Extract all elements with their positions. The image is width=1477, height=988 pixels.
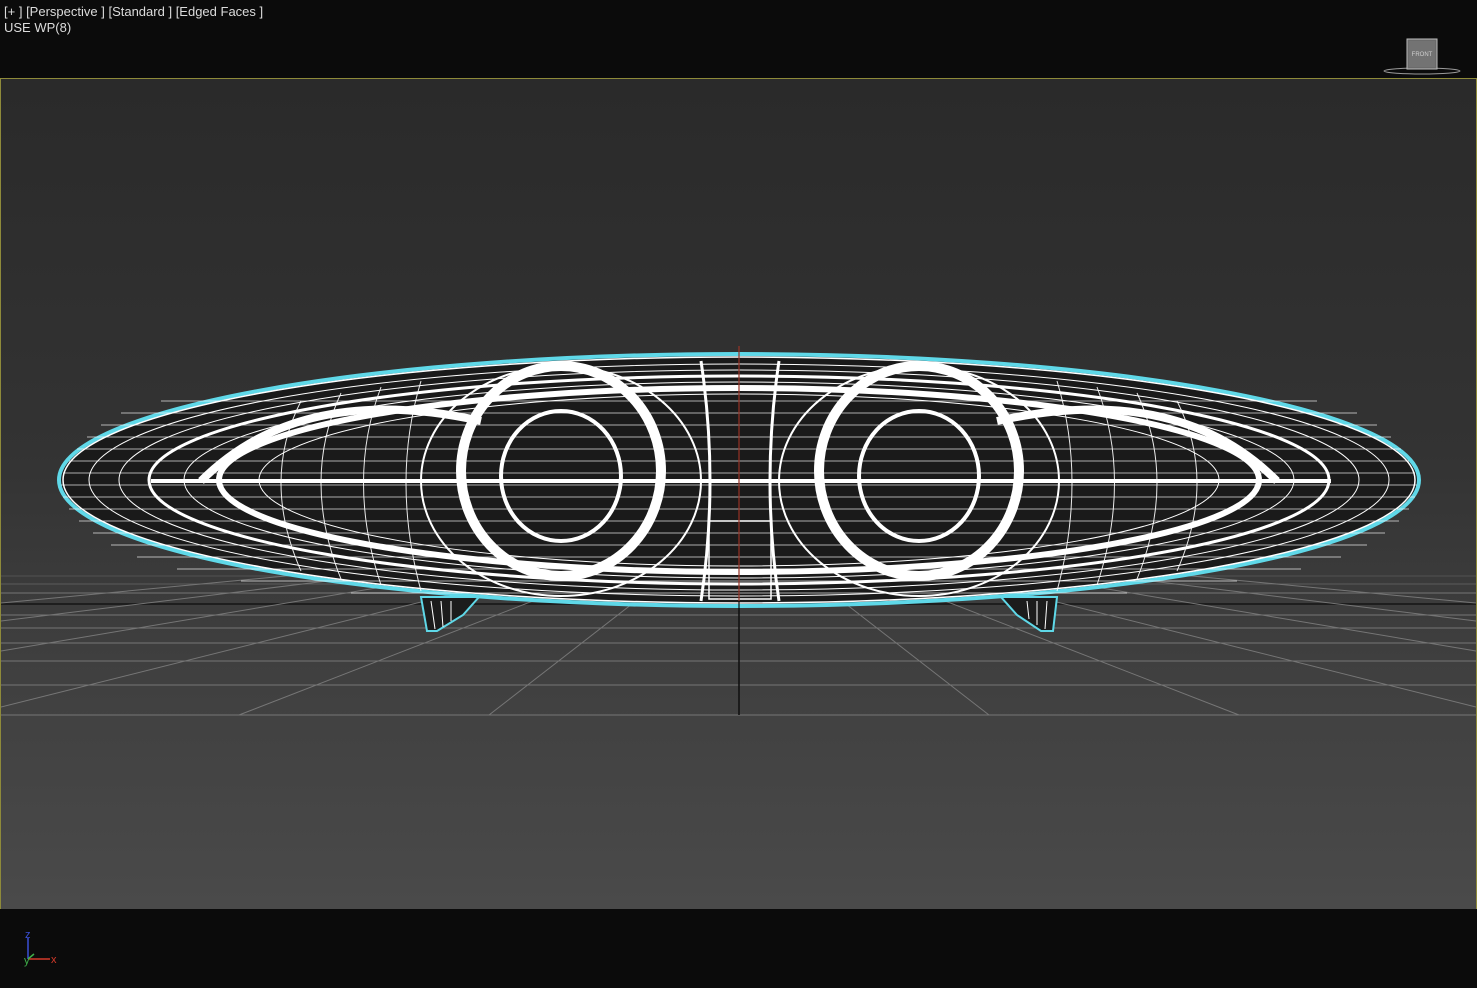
scene-canvas <box>1 346 1476 716</box>
viewcube[interactable]: FRONT <box>1380 36 1462 78</box>
axis-tripod-icon: z y x <box>18 926 68 970</box>
perspective-viewport[interactable] <box>0 78 1477 910</box>
viewport-edges-label[interactable]: [Edged Faces ] <box>176 4 263 19</box>
axis-x-label: x <box>51 954 57 966</box>
viewport-menu-plus[interactable]: [+ ] <box>4 4 22 19</box>
viewcube-front-face: FRONT <box>1412 52 1433 58</box>
workplane-label: USE WP(8) <box>4 20 72 35</box>
axis-y-label: y <box>24 955 30 967</box>
viewport-footer <box>0 909 1477 988</box>
viewport-header: [+ ] [Perspective ] [Standard ] [Edged F… <box>0 0 1477 78</box>
viewport-label-bar: [+ ] [Perspective ] [Standard ] [Edged F… <box>4 4 263 19</box>
viewport-view-label[interactable]: [Perspective ] <box>26 4 105 19</box>
viewport-shading-label[interactable]: [Standard ] <box>108 4 172 19</box>
axis-z-label: z <box>25 929 31 941</box>
